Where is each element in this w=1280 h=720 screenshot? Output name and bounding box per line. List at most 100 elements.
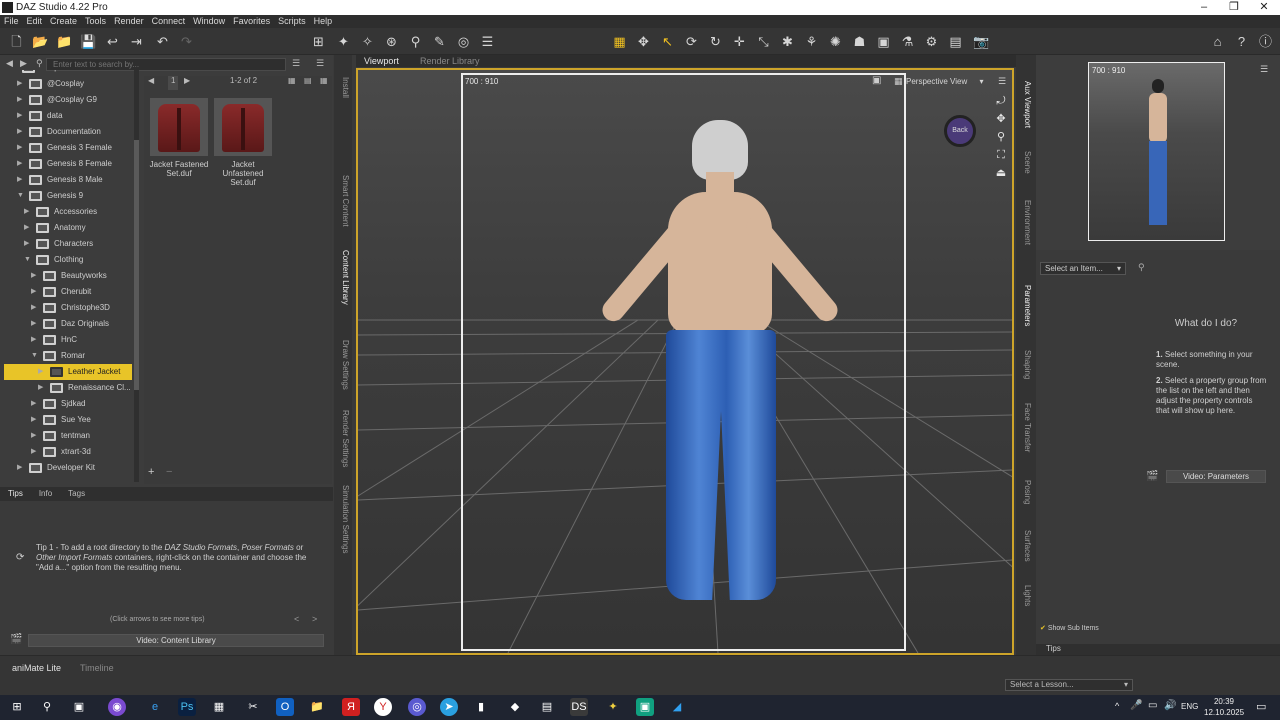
search-icon[interactable]: ⚲ [38, 698, 56, 716]
menu-window[interactable]: Window [189, 15, 229, 27]
tree-item[interactable]: ▶ Genesis 3 Female [4, 140, 132, 156]
app5-icon[interactable]: ✦ [604, 698, 622, 716]
menu-help[interactable]: Help [310, 15, 337, 27]
spot-render-icon[interactable]: ◎ [455, 33, 472, 50]
tab-simulation-settings[interactable]: Simulation Settings [336, 485, 350, 553]
tab-content-library[interactable]: Content Library [336, 250, 350, 305]
tree-item[interactable]: ▼ Romar [4, 348, 132, 364]
tree-item[interactable]: ▶ Beautyworks [4, 268, 132, 284]
scale-tool-icon[interactable]: ⤡ [755, 33, 772, 50]
active-pose-icon[interactable]: ✦ [335, 33, 352, 50]
tab-scene[interactable]: Scene [1018, 151, 1032, 174]
app2-icon[interactable]: ▮ [472, 698, 490, 716]
menu-tools[interactable]: Tools [81, 15, 110, 27]
toolbar-menu-icon[interactable]: ☰ [479, 33, 496, 50]
tree-item[interactable]: ▶ HnC [4, 332, 132, 348]
frame-icon[interactable]: ⛶ [994, 148, 1008, 162]
tree-item[interactable]: ▶ Anatomy [4, 220, 132, 236]
tree-item[interactable]: ▶ Genesis 8 Female [4, 156, 132, 172]
geometry-editor-icon[interactable]: ⊛ [383, 33, 400, 50]
show-sub-items-checkbox[interactable]: ✔ Show Sub Items [1040, 624, 1099, 632]
move-tool-icon[interactable]: ✥ [635, 33, 652, 50]
expand-arrow-icon[interactable]: ▶ [17, 460, 25, 476]
camera-tool-icon[interactable]: ☗ [851, 33, 868, 50]
expand-arrow-icon[interactable]: ▶ [17, 108, 25, 124]
translate-tool-icon[interactable]: ✛ [731, 33, 748, 50]
system-clock[interactable]: 20:39 12.10.2025 [1204, 696, 1244, 718]
select-item-dropdown[interactable]: Select an Item... ▾ [1040, 262, 1126, 275]
pose-tool-icon[interactable]: ✱ [779, 33, 796, 50]
tab-viewport[interactable]: Viewport [364, 56, 399, 66]
new-scene-icon[interactable]: 🗋 [8, 33, 25, 50]
tab-parameters[interactable]: Parameters [1018, 285, 1032, 326]
tree-item[interactable]: ▶ Daz Originals [4, 316, 132, 332]
video-parameters-button[interactable]: Video: Parameters [1166, 470, 1266, 483]
menu-edit[interactable]: Edit [23, 15, 47, 27]
node-tool-icon[interactable]: ⊞ [310, 33, 327, 50]
export-icon[interactable]: ⇥ [128, 33, 145, 50]
universal-tool-icon[interactable]: ▦ [611, 33, 628, 50]
tab-smart-content[interactable]: Smart Content [336, 175, 350, 227]
expand-arrow-icon[interactable]: ▶ [24, 204, 32, 220]
joint-editor-icon[interactable]: ✧ [359, 33, 376, 50]
outlook-icon[interactable]: O [276, 698, 294, 716]
camera-options-icon[interactable]: ▣ [872, 75, 881, 86]
param-search-icon[interactable]: ⚲ [1138, 262, 1145, 273]
prev-page-icon[interactable]: ◀ [148, 76, 154, 90]
collapse-arrow-icon[interactable]: ▼ [24, 252, 32, 268]
rotate-tool-icon[interactable]: ⟳ [683, 33, 700, 50]
render-settings-icon[interactable]: ⚙ [923, 33, 940, 50]
store-icon[interactable]: ▦ [210, 698, 228, 716]
twist-tool-icon[interactable]: ↻ [707, 33, 724, 50]
light-tool-icon[interactable]: ✺ [827, 33, 844, 50]
expand-arrow-icon[interactable]: ▶ [38, 364, 46, 380]
lesson-select[interactable]: Select a Lesson... ▾ [1005, 679, 1133, 691]
tab-tags[interactable]: Tags [60, 487, 93, 500]
restore-button[interactable]: ❐ [1218, 0, 1250, 15]
tree-item[interactable]: ▶ Accessories [4, 204, 132, 220]
help-icon[interactable]: ⓘ [1257, 33, 1274, 50]
iray-tool-icon[interactable]: ⚗ [899, 33, 916, 50]
expand-arrow-icon[interactable]: ▶ [31, 316, 39, 332]
view-cube[interactable]: Back [944, 115, 976, 147]
expand-arrow-icon[interactable]: ▶ [31, 300, 39, 316]
undo-icon[interactable]: ↶ [154, 33, 171, 50]
expand-arrow-icon[interactable]: ▶ [38, 380, 46, 396]
tree-item[interactable]: ▼ Clothing [4, 252, 132, 268]
tab-face-transfer[interactable]: Face Transfer [1018, 403, 1032, 452]
prev-tip-icon[interactable]: < [294, 614, 299, 624]
aux-menu-icon[interactable]: ☰ [1260, 64, 1268, 75]
menu-file[interactable]: File [0, 15, 23, 27]
tree-item[interactable]: ▶ Characters [4, 236, 132, 252]
task-view-icon[interactable]: ▣ [70, 698, 88, 716]
tab-environment[interactable]: Environment [1018, 200, 1032, 245]
yandex-browser-icon[interactable]: Y [374, 698, 392, 716]
view-mode-icon[interactable]: ▦ [288, 76, 296, 90]
zoom-icon[interactable]: ⚲ [994, 130, 1008, 144]
render-tool-icon[interactable]: ▣ [875, 33, 892, 50]
tab-aux-viewport[interactable]: Aux Viewport [1018, 81, 1032, 128]
tree-item[interactable]: ▶ Leather Jacket [4, 364, 132, 380]
expand-arrow-icon[interactable]: ▶ [17, 140, 25, 156]
expand-arrow-icon[interactable]: ▶ [17, 76, 25, 92]
expand-arrow-icon[interactable]: ▶ [31, 412, 39, 428]
tree-item[interactable]: ▶ xtrart-3d [4, 444, 132, 460]
home-icon[interactable]: ⌂ [1209, 33, 1226, 50]
save-icon[interactable]: 💾 [80, 33, 97, 50]
content-item-jacket-fastened[interactable]: Jacket Fastened Set.duf [148, 98, 210, 178]
tree-item[interactable]: ▶ Sjdkad [4, 396, 132, 412]
expand-arrow-icon[interactable]: ▶ [31, 444, 39, 460]
surface-selection-icon[interactable]: ✎ [431, 33, 448, 50]
tab-tips[interactable]: Tips [0, 487, 31, 500]
expand-arrow-icon[interactable]: ▶ [17, 124, 25, 140]
tree-scrollbar[interactable] [134, 70, 139, 482]
select-tool-icon[interactable]: ↖ [659, 33, 676, 50]
explorer-icon[interactable]: 📁 [308, 698, 326, 716]
snipping-icon[interactable]: ✂ [244, 698, 262, 716]
yandex-icon[interactable]: Я [342, 698, 360, 716]
tree-item[interactable]: ▶ Developer Kit [4, 460, 132, 476]
tab-install[interactable]: Install [336, 77, 350, 98]
grid-view-icon[interactable]: ▦ [320, 76, 328, 90]
app3-icon[interactable]: ◆ [506, 698, 524, 716]
view-list-icon[interactable]: ▤ [304, 76, 312, 90]
